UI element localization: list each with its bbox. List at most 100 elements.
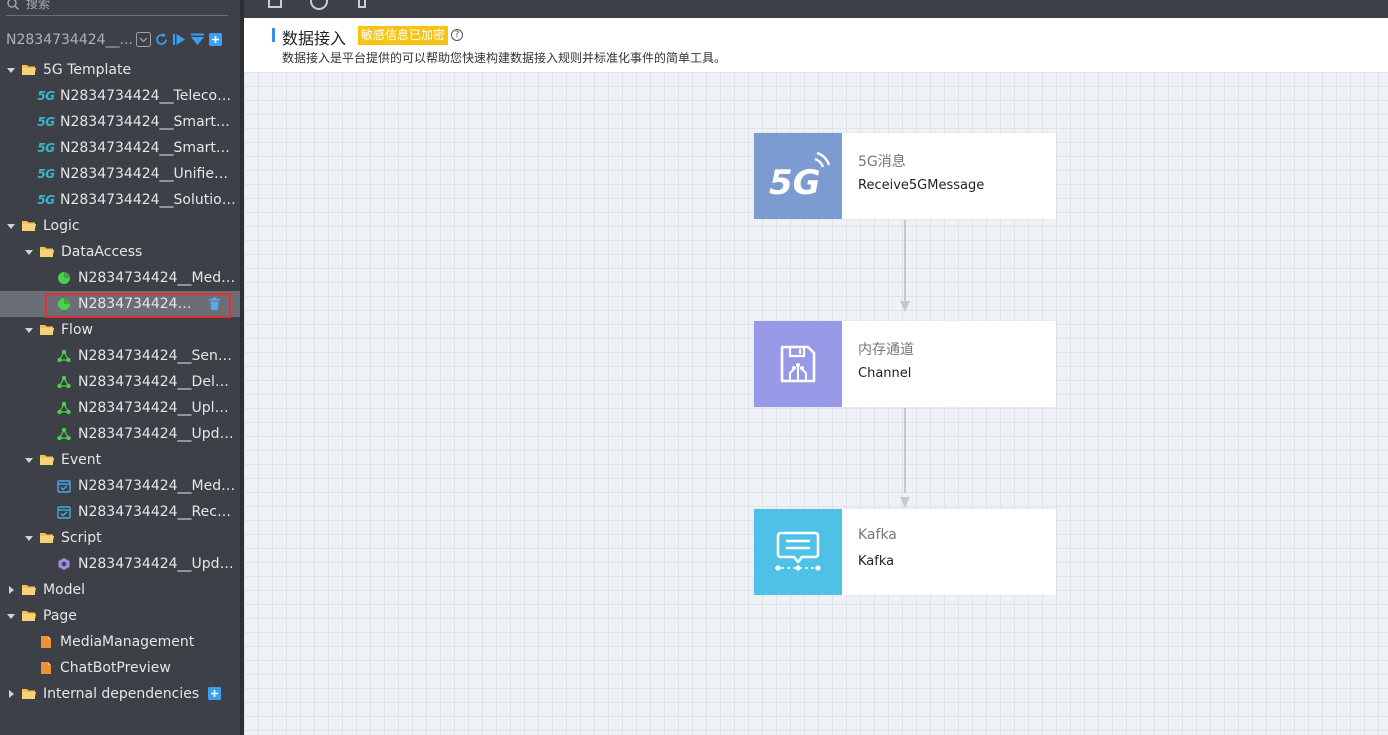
encryption-badge: 敏感信息已加密 bbox=[358, 26, 449, 45]
tree-label: N2834734424__Media... bbox=[78, 478, 236, 494]
caret-right-icon[interactable] bbox=[6, 585, 16, 595]
refresh-icon[interactable] bbox=[154, 32, 169, 47]
search-box[interactable]: 搜索 bbox=[6, 0, 228, 16]
page-icon[interactable] bbox=[268, 0, 282, 8]
folder-icon bbox=[21, 608, 37, 624]
folder-icon bbox=[21, 62, 37, 78]
tree-item[interactable]: ChatBotPreview bbox=[0, 655, 240, 681]
project-name[interactable]: N2834734424__... bbox=[6, 32, 133, 48]
record-icon[interactable] bbox=[310, 0, 328, 10]
tree-item[interactable]: N2834734424__Media... bbox=[0, 473, 240, 499]
filter-icon[interactable] bbox=[190, 32, 205, 47]
collapse-dropdown-icon[interactable] bbox=[136, 32, 151, 47]
caret-down-icon[interactable] bbox=[24, 325, 34, 335]
tree-folder[interactable]: Script bbox=[0, 525, 240, 551]
folder-icon bbox=[21, 686, 37, 702]
title-accent-bar bbox=[272, 28, 275, 42]
selected-item-highlight bbox=[45, 293, 231, 318]
caret-down-icon[interactable] bbox=[24, 247, 34, 257]
connector-arrow bbox=[900, 497, 910, 508]
node-memory-channel[interactable]: 内存通道 Channel bbox=[754, 321, 1056, 407]
tree-item[interactable]: MediaManagement bbox=[0, 629, 240, 655]
tree-item[interactable]: N2834734424__Delete... bbox=[0, 369, 240, 395]
page-icon bbox=[38, 660, 54, 676]
flow-icon bbox=[56, 426, 72, 442]
tree-label: N2834734424__Solutions bbox=[60, 192, 236, 208]
tree-item[interactable]: 5G N2834734424__SmartOi... bbox=[0, 109, 240, 135]
5g-icon: 5G bbox=[37, 89, 55, 103]
tree-label: Script bbox=[61, 530, 102, 546]
tree-folder[interactable]: DataAccess bbox=[0, 239, 240, 265]
script-icon bbox=[56, 556, 72, 572]
node-title: 内存通道 bbox=[858, 342, 914, 358]
tree-folder[interactable]: Page bbox=[0, 603, 240, 629]
page-description: 数据接入是平台提供的可以帮助您快速构建数据接入规则并标准化事件的简单工具。 bbox=[282, 51, 727, 65]
add-icon[interactable] bbox=[208, 32, 223, 47]
tree-item[interactable]: N2834734424__Updat... bbox=[0, 421, 240, 447]
caret-down-icon[interactable] bbox=[6, 65, 16, 75]
tree-folder[interactable]: 5G Template bbox=[0, 57, 240, 83]
tree-item[interactable]: N2834734424__SendM... bbox=[0, 343, 240, 369]
caret-right-icon[interactable] bbox=[6, 689, 16, 699]
tree-item[interactable]: N2834734424__Updat... bbox=[0, 551, 240, 577]
flow-canvas[interactable]: 5G 5G消息 Receive5GMessage 内存通道 Channel Ka… bbox=[244, 72, 1388, 735]
folder-icon bbox=[39, 530, 55, 546]
tree-label: N2834734424__Uploa... bbox=[78, 400, 236, 416]
tree-label: N2834734424__Updat... bbox=[78, 426, 236, 442]
caret-down-icon[interactable] bbox=[24, 533, 34, 543]
explorer-sidebar: 搜索 N2834734424__... 5G Template 5G N283473… bbox=[0, 0, 242, 735]
tree-folder[interactable]: Internal dependencies bbox=[0, 681, 240, 707]
tree-folder[interactable]: Model bbox=[0, 577, 240, 603]
node-thumb: 5G bbox=[754, 133, 842, 219]
folder-icon bbox=[39, 452, 55, 468]
tree-folder[interactable]: Logic bbox=[0, 213, 240, 239]
tree-item[interactable]: 5G N2834734424__Solutions bbox=[0, 187, 240, 213]
5g-icon: 5G bbox=[37, 115, 55, 129]
tree-label: ChatBotPreview bbox=[60, 660, 171, 676]
tree-folder[interactable]: Event bbox=[0, 447, 240, 473]
caret-down-icon[interactable] bbox=[6, 221, 16, 231]
connector-line bbox=[904, 408, 906, 493]
page-title: 数据接入 bbox=[282, 29, 347, 48]
tree-label: Internal dependencies bbox=[43, 686, 200, 702]
flow-icon bbox=[56, 348, 72, 364]
caret-down-icon[interactable] bbox=[6, 611, 16, 621]
connector-arrow bbox=[900, 301, 910, 312]
run-icon[interactable] bbox=[172, 32, 187, 47]
tree-item[interactable]: 5G N2834734424__SmartCa... bbox=[0, 135, 240, 161]
add-dependency-icon[interactable] bbox=[208, 687, 221, 704]
page-header: 数据接入 敏感信息已加密 ? 数据接入是平台提供的可以帮助您快速构建数据接入规则… bbox=[244, 18, 1388, 72]
tree-item[interactable]: N2834734424__Receiv... bbox=[0, 499, 240, 525]
help-icon[interactable]: ? bbox=[451, 29, 463, 41]
tree-label: DataAccess bbox=[61, 244, 143, 260]
node-texts: Kafka Kafka bbox=[842, 509, 1056, 595]
tree-item[interactable]: 5G N2834734424__Telecom... bbox=[0, 83, 240, 109]
flow-icon bbox=[56, 374, 72, 390]
top-toolbar bbox=[244, 0, 1388, 18]
5g-icon: 5G bbox=[37, 167, 55, 181]
node-subtitle: Channel bbox=[858, 366, 912, 381]
tree-label: N2834734424__Updat... bbox=[78, 556, 236, 572]
node-5g-message[interactable]: 5G 5G消息 Receive5GMessage bbox=[754, 133, 1056, 219]
node-subtitle: Receive5GMessage bbox=[858, 178, 985, 193]
search-icon bbox=[7, 0, 19, 10]
copy-icon[interactable] bbox=[358, 0, 366, 8]
tree-label: Flow bbox=[61, 322, 93, 338]
node-kafka[interactable]: Kafka Kafka bbox=[754, 509, 1056, 595]
tree-label: N2834734424__Telecom... bbox=[60, 88, 236, 104]
node-title: Kafka bbox=[858, 527, 897, 543]
caret-down-icon[interactable] bbox=[24, 455, 34, 465]
tree-item[interactable]: N2834734424__Uploa... bbox=[0, 395, 240, 421]
event-icon bbox=[56, 504, 72, 520]
search-placeholder: 搜索 bbox=[26, 0, 51, 11]
project-toolbar bbox=[136, 32, 223, 47]
tree-item[interactable]: 5G N2834734424__UnifiedR... bbox=[0, 161, 240, 187]
tree-label: Event bbox=[61, 452, 102, 468]
tree-label: MediaManagement bbox=[60, 634, 195, 650]
tree-folder[interactable]: Flow bbox=[0, 317, 240, 343]
tree-label: N2834734424__Receiv... bbox=[78, 504, 236, 520]
tree-item[interactable]: N2834734424__Media... bbox=[0, 265, 240, 291]
folder-icon bbox=[21, 218, 37, 234]
project-row: N2834734424__... bbox=[0, 28, 240, 52]
5g-icon: 5G bbox=[37, 141, 55, 155]
